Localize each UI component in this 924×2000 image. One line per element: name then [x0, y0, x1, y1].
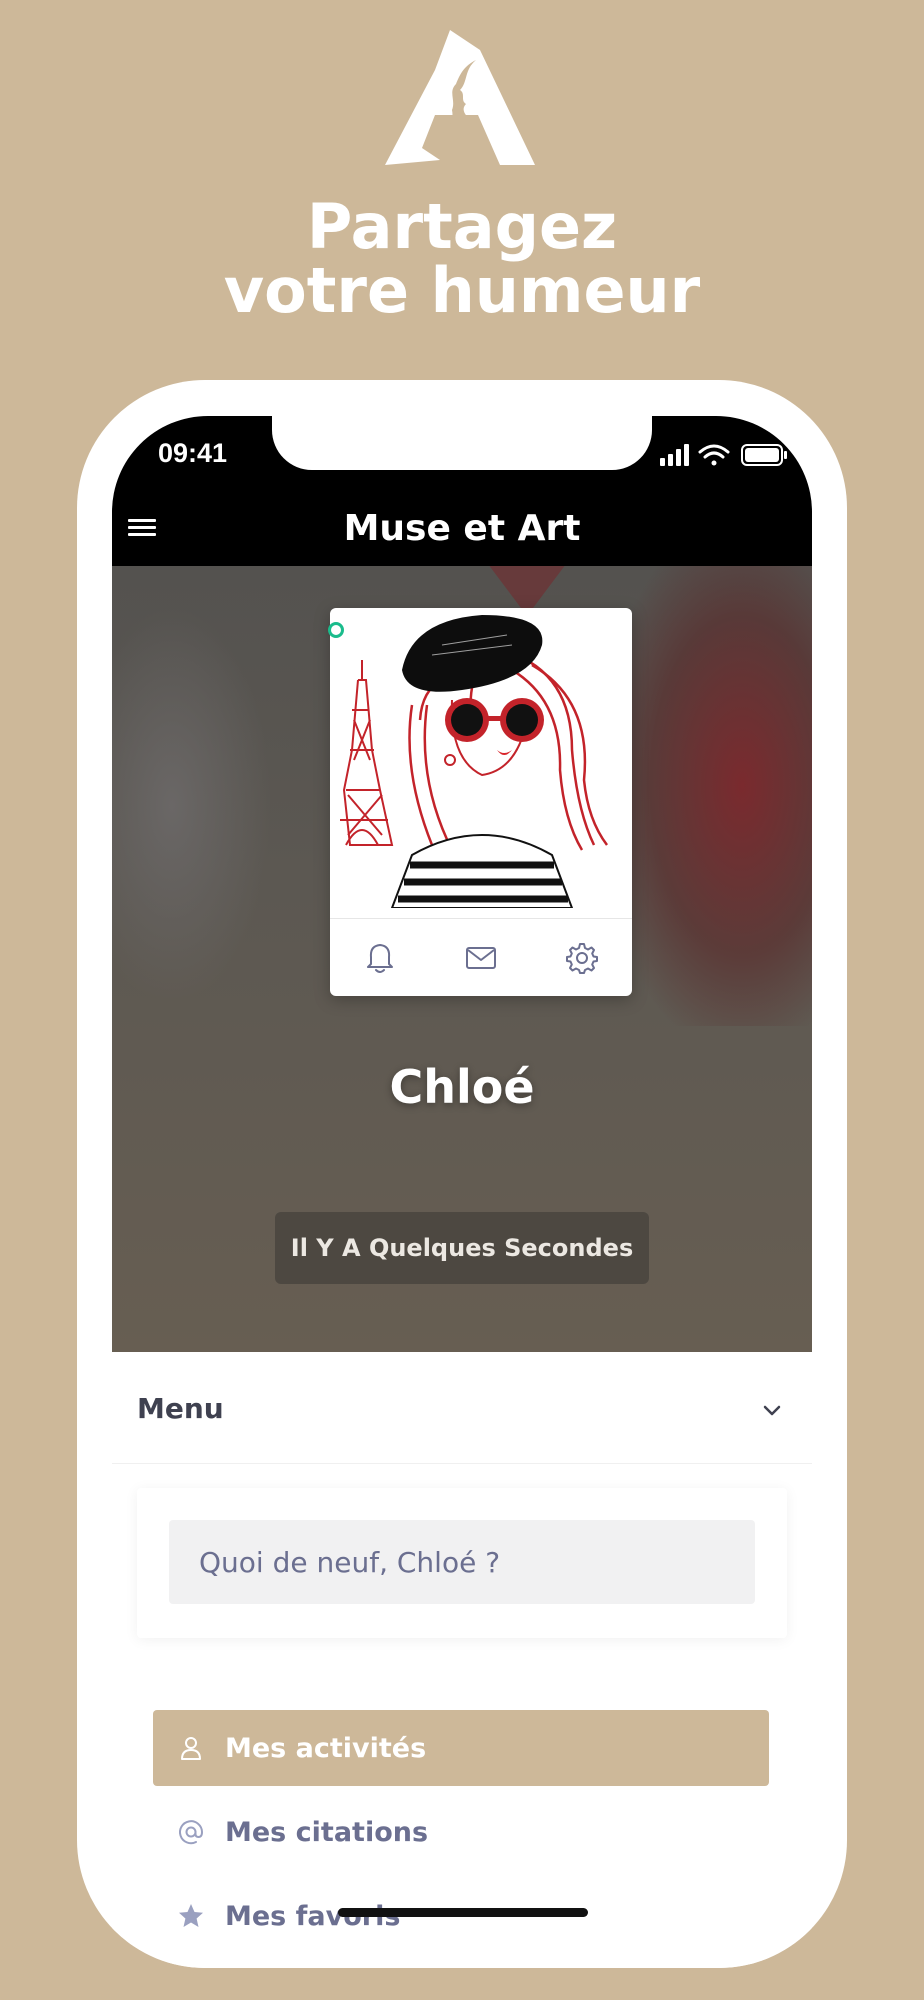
- status-icons: [660, 444, 787, 466]
- bell-icon[interactable]: [362, 940, 398, 976]
- profile-nav: Mes activités Mes citations Mes favoris: [153, 1710, 769, 1962]
- battery-icon: [741, 444, 787, 466]
- profile-avatar[interactable]: [332, 610, 630, 908]
- profile-actions: [330, 918, 632, 996]
- signal-icon: [660, 444, 689, 466]
- nav-item-quotes[interactable]: Mes citations: [153, 1794, 769, 1870]
- last-seen-badge: Il Y A Quelques Secondes: [275, 1212, 649, 1284]
- mail-icon[interactable]: [463, 940, 499, 976]
- profile-hero: Chloé Il Y A Quelques Secondes: [112, 566, 812, 1352]
- gear-icon[interactable]: [564, 940, 600, 976]
- nav-label-activities: Mes activités: [225, 1732, 427, 1764]
- hero-background-glow: [112, 606, 272, 1006]
- status-input[interactable]: [169, 1520, 755, 1604]
- profile-card: [328, 608, 632, 996]
- at-icon: [179, 1820, 204, 1845]
- online-status-dot: [328, 622, 344, 638]
- chevron-down-icon[interactable]: [758, 1396, 786, 1424]
- app-bar: Muse et Art: [112, 486, 812, 566]
- brand-logo: [385, 30, 535, 165]
- app-title: Muse et Art: [343, 508, 581, 549]
- menu-toggle[interactable]: Menu: [112, 1352, 812, 1464]
- status-bar: 09:41: [112, 416, 812, 486]
- post-composer: [137, 1488, 787, 1638]
- app-screen: 09:41 Muse et Art Chloé Il Y A Quelques …: [112, 416, 812, 1968]
- user-icon: [181, 1737, 201, 1760]
- profile-name: Chloé: [389, 1060, 535, 1114]
- promo-headline: Partagez votre humeur: [0, 195, 924, 323]
- headline-line-2: votre humeur: [223, 254, 701, 327]
- nav-label-quotes: Mes citations: [225, 1816, 429, 1848]
- star-icon: [179, 1904, 203, 1927]
- headline-line-1: Partagez: [306, 190, 618, 263]
- nav-item-activities[interactable]: Mes activités: [153, 1710, 769, 1786]
- home-indicator[interactable]: [338, 1908, 588, 1917]
- phone-frame: 09:41 Muse et Art Chloé Il Y A Quelques …: [77, 380, 847, 1968]
- hero-background-red: [612, 566, 812, 1026]
- status-time: 09:41: [158, 438, 228, 468]
- phone-notch: [272, 416, 652, 470]
- menu-title: Menu: [137, 1392, 224, 1425]
- wifi-icon: [698, 444, 730, 466]
